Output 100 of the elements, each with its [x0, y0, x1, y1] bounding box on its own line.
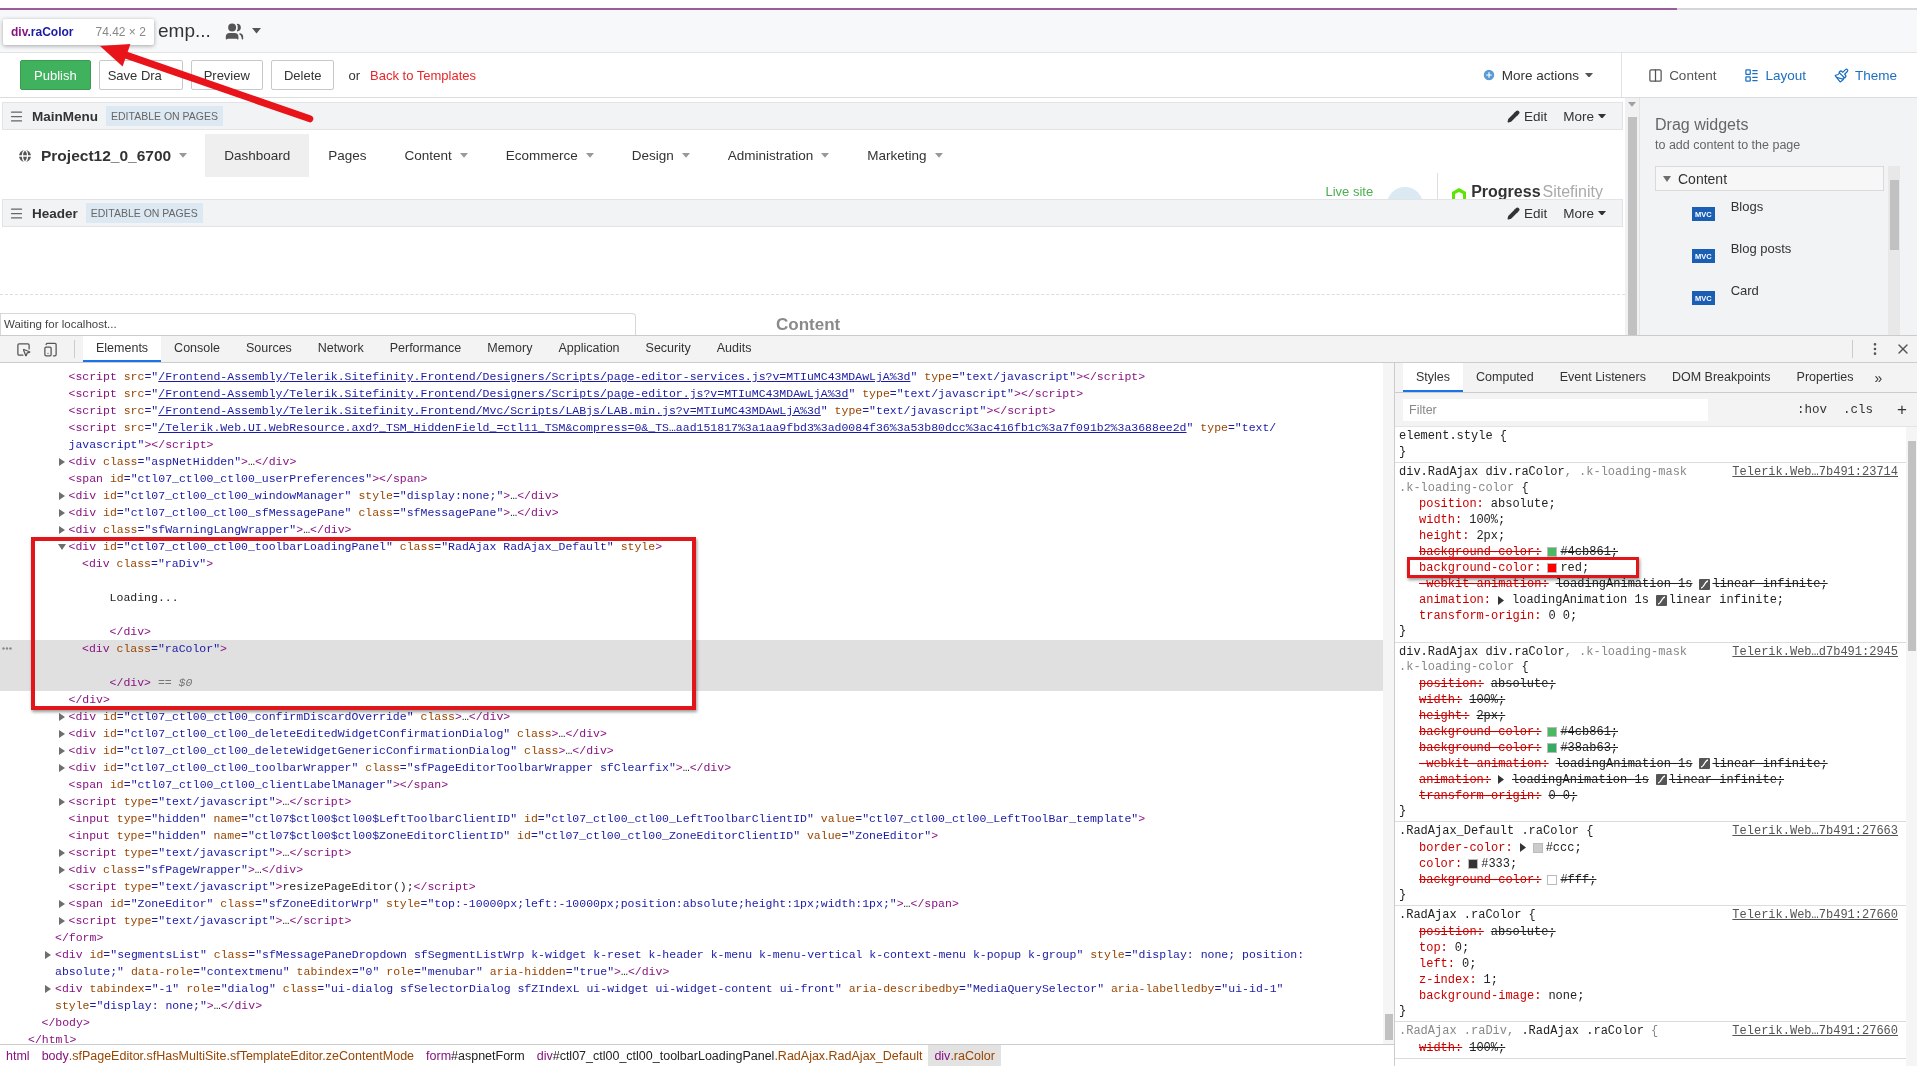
scrollbar[interactable] — [1888, 166, 1900, 335]
color-swatch[interactable] — [1468, 858, 1479, 869]
css-property[interactable]: animation: — [1419, 594, 1491, 606]
dom-row[interactable]: </html> — [0, 1031, 1383, 1044]
css-value[interactable]: 100%; — [1469, 693, 1506, 706]
css-value[interactable]: absolute; — [1490, 677, 1556, 690]
source-link[interactable]: Telerik.Web…7b491:27660 — [1732, 1024, 1898, 1040]
dom-row[interactable]: </div> — [0, 691, 1383, 708]
more-button[interactable]: More — [1559, 205, 1610, 221]
css-value[interactable]: linear infinite; — [1712, 578, 1828, 590]
caret-right-icon[interactable] — [57, 712, 66, 721]
css-property[interactable]: background-color: — [1419, 546, 1542, 558]
view-mode-link[interactable]: Theme — [1833, 67, 1897, 83]
breadcrumb-item[interactable]: div#ctl07_ctl00_ctl00_toolbarLoadingPanel.RadAjax.RadAjax_Default — [530, 1045, 929, 1066]
css-value[interactable]: #ccc; — [1545, 841, 1582, 854]
breadcrumb-item[interactable]: div.raColor — [928, 1045, 1001, 1066]
easing-curve-icon[interactable] — [1699, 758, 1711, 769]
css-value[interactable]: red; — [1560, 562, 1590, 574]
back-link[interactable]: Back to Templates — [370, 67, 476, 83]
css-value[interactable]: none; — [1548, 989, 1585, 1002]
source-link[interactable]: Telerik.Web…7b491:27663 — [1732, 824, 1898, 840]
class-button[interactable]: .cls — [1841, 402, 1876, 417]
caret-right-icon[interactable] — [57, 525, 66, 534]
dom-row[interactable]: <div class="sfWarningLangWrapper">…</div> — [0, 521, 1383, 538]
widget-label[interactable]: Blog posts — [1730, 241, 1792, 275]
dom-row[interactable]: <script type="text/javascript">…</script> — [0, 844, 1383, 861]
nav-item[interactable]: Ecommerce — [486, 134, 613, 177]
dom-row[interactable]: <div id="ctl07_ctl00_ctl00_toolbarWrapper" class="sfPageEditorToolbarWrapper sfClearfix">…</div> — [0, 759, 1383, 776]
dom-row[interactable]: <input type="hidden" name="ctl07$ctl00$ctl00$LeftToolbarClientID" id="ctl07_ctl00_ctl00_LeftToolbarClientID" value="ctl07_ctl00_ctl00_LeftToolBar_template"> — [0, 810, 1383, 827]
dom-row[interactable]: <span id="ctl07_ctl00_ctl00_clientLabelManager"></span> — [0, 776, 1383, 793]
color-swatch[interactable] — [1547, 563, 1558, 573]
styles-tab[interactable]: Properties — [1783, 363, 1867, 392]
dom-row[interactable]: <span id="ZoneEditor" class="sfZoneEditorWrp" style="top:-10000px;left:-10000px;position:absolute;height:1px;width:1px;">…</span> — [0, 895, 1383, 912]
dom-row[interactable]: style="display: none;">…</div> — [0, 997, 1383, 1014]
styles-tab[interactable]: Styles — [1403, 363, 1464, 392]
breadcrumb-item[interactable]: html — [0, 1045, 36, 1066]
caret-down-icon[interactable] — [57, 542, 66, 551]
devtools-tab[interactable]: Memory — [474, 336, 546, 362]
caret-right-icon[interactable] — [57, 508, 66, 517]
devtools-tab[interactable]: Elements — [83, 336, 162, 362]
caret-right-icon[interactable] — [57, 491, 66, 500]
css-value[interactable]: loadingAnimation 1s — [1555, 578, 1693, 590]
css-property[interactable]: transform-origin: — [1419, 789, 1542, 802]
toolbar-button[interactable]: Delete — [270, 60, 335, 90]
css-value[interactable]: 100%; — [1469, 1041, 1506, 1054]
caret-right-icon[interactable] — [57, 916, 66, 925]
easing-curve-icon[interactable] — [1655, 594, 1667, 606]
dom-row[interactable]: </div> — [0, 623, 1383, 640]
css-value[interactable]: loadingAnimation 1s — [1555, 757, 1693, 770]
dom-row[interactable]: <input type="hidden" name="ctl07$ctl00$ctl00$ZoneEditorClientID" id="ctl07_ctl00_ctl00_ZoneEditorClientID" value="ZoneEditor"> — [0, 827, 1383, 844]
caret-right-icon[interactable] — [44, 984, 52, 993]
easing-curve-icon[interactable] — [1699, 578, 1711, 590]
widget-label[interactable]: Card — [1730, 283, 1759, 317]
css-value[interactable]: 2px; — [1476, 530, 1506, 542]
css-value[interactable]: loadingAnimation 1s — [1512, 594, 1649, 606]
color-swatch[interactable] — [1547, 742, 1558, 753]
expand-arrow-icon[interactable] — [1497, 595, 1505, 605]
color-swatch[interactable] — [1547, 726, 1558, 737]
css-property[interactable]: width: — [1419, 1041, 1463, 1054]
devtools-tab[interactable]: Performance — [376, 336, 475, 362]
site-selector[interactable]: Project12_0_6700 — [0, 134, 206, 177]
css-property[interactable]: background-color: — [1419, 873, 1542, 886]
dom-row[interactable]: <script type="text/javascript">…</script> — [0, 793, 1383, 810]
breadcrumb-item[interactable]: form#aspnetForm — [420, 1045, 531, 1066]
caret-right-icon[interactable] — [57, 797, 66, 806]
source-link[interactable]: Telerik.Web…d7b491:2945 — [1732, 644, 1898, 660]
css-value[interactable]: 0 0; — [1548, 610, 1578, 622]
css-property[interactable]: background-image: — [1419, 989, 1542, 1002]
breadcrumb-item[interactable]: body.sfPageEditor.sfHasMultiSite.sfTemplateEditor.zeContentMode — [35, 1045, 421, 1066]
devtools-tab[interactable]: Console — [161, 336, 233, 362]
dom-row[interactable]: <script src="/Frontend-Assembly/Telerik.Sitefinity.Frontend/Designers/Scripts/page-editor-services.js?v=MTIuMC43MDAwLjA%3d" type="text/javascript"></script> — [0, 368, 1383, 385]
dom-row[interactable]: <div class="aspNetHidden">…</div> — [0, 453, 1383, 470]
scrollbar[interactable] — [1383, 363, 1394, 1044]
css-property[interactable]: position: — [1419, 498, 1484, 510]
dom-row[interactable]: <script src="/Telerik.Web.UI.WebResource.axd?_TSM_HiddenField_=ctl11_TSM&compress=0&_TS…aad151817%3a1aa9fbd3%3ad0084f36%3a53b80dcc%3ac416fb1c%3a7f091b2%3a3688ee2d" type="text/ — [0, 419, 1383, 436]
edit-button[interactable]: Edit — [1502, 205, 1552, 221]
dom-row[interactable]: </div> == $0 — [0, 674, 1383, 691]
dom-row[interactable]: <div id="ctl07_ctl00_ctl00_deleteWidgetGenericConfirmationDialog" class>…</div> — [0, 742, 1383, 759]
hover-state-button[interactable]: :hov — [1795, 402, 1830, 417]
dom-row[interactable]: <div id="ctl07_ctl00_ctl00_toolbarLoadingPanel" class="RadAjax RadAjax_Default" style> — [0, 538, 1383, 555]
css-value[interactable]: #fff; — [1560, 873, 1597, 886]
nav-item[interactable]: Design — [612, 134, 709, 177]
css-property[interactable]: width: — [1419, 693, 1463, 706]
color-swatch[interactable] — [1547, 547, 1558, 557]
css-property[interactable]: position: — [1419, 925, 1484, 938]
view-mode-link[interactable]: Layout — [1744, 67, 1806, 83]
devtools-tab[interactable]: Application — [545, 336, 633, 362]
caret-right-icon[interactable] — [57, 457, 66, 466]
dom-row[interactable]: <div tabindex="-1" role="dialog" class="ui-dialog sfSelectorDialog sfZIndexL ui-widget ui-widget-content ui-front" aria-describedby="MediaQuerySelector" aria-labelledby="ui-id-1" — [0, 980, 1383, 997]
dom-row[interactable]: absolute;" data-role="contextmenu" tabindex="0" role="menubar" aria-hidden="true">…</div> — [0, 963, 1383, 980]
widget-section-header[interactable]: Content — [1655, 166, 1884, 191]
css-value[interactable]: #4cb861; — [1560, 725, 1619, 738]
caret-right-icon[interactable] — [57, 899, 66, 908]
permissions-menu[interactable] — [224, 21, 261, 41]
nav-item[interactable]: Administration — [708, 134, 849, 177]
css-value[interactable]: #4cb861; — [1560, 546, 1619, 558]
more-actions-button[interactable]: More actions — [1481, 67, 1594, 83]
view-mode-link[interactable]: Content — [1648, 67, 1717, 83]
css-property[interactable]: height: — [1419, 709, 1470, 722]
easing-curve-icon[interactable] — [1655, 774, 1667, 785]
